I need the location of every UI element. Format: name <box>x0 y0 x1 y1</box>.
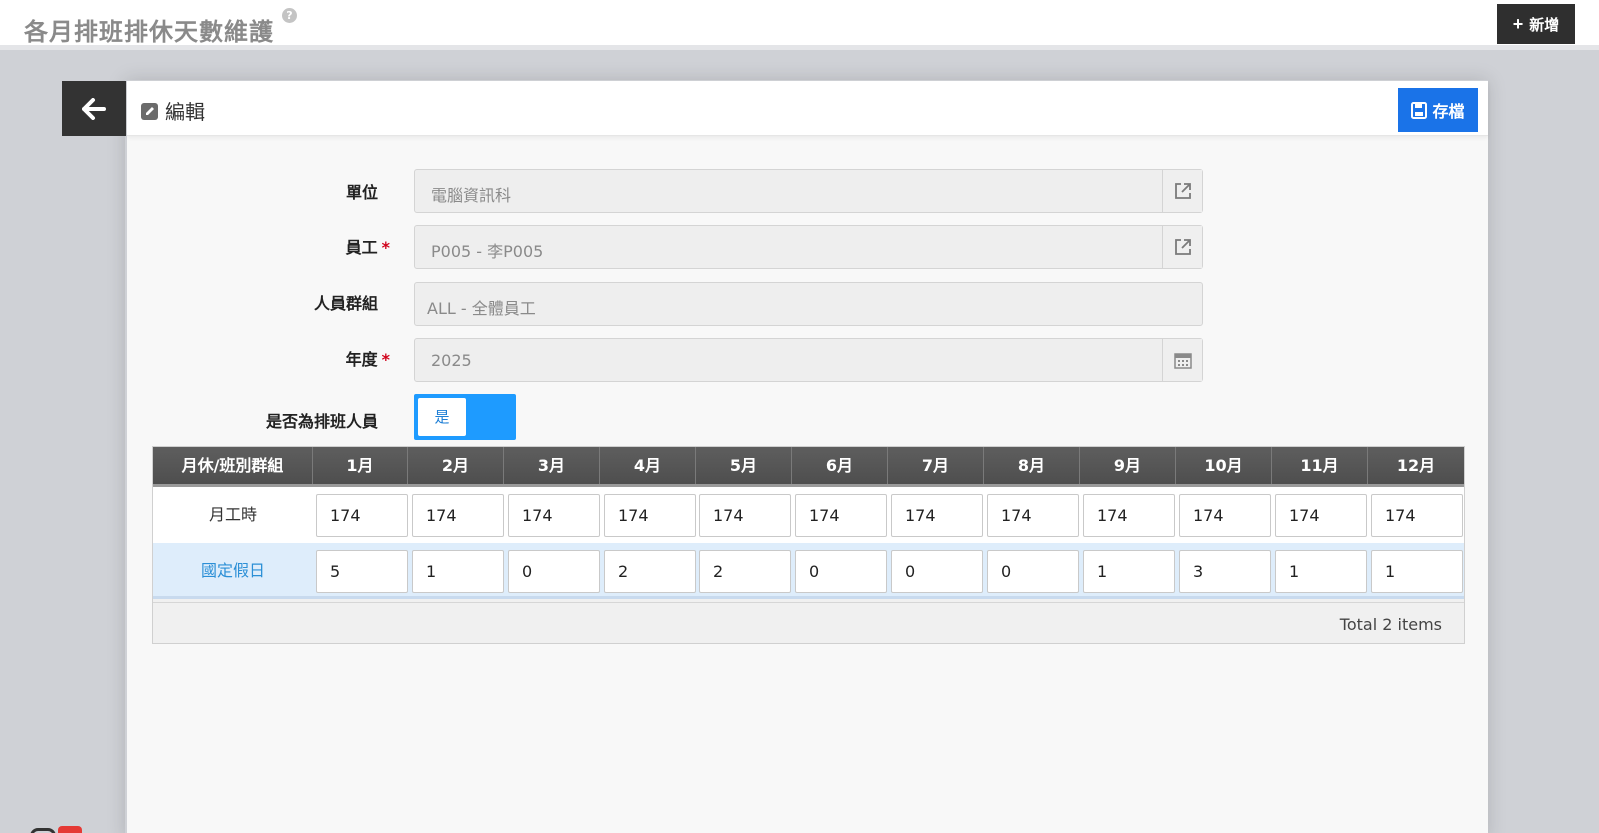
column-header[interactable]: 8月 <box>984 447 1080 484</box>
column-header[interactable]: 月休/班別群組 <box>153 447 313 484</box>
table-row: 月工時 174 174 174 174 174 174 174 174 174 … <box>153 487 1464 543</box>
column-header[interactable]: 9月 <box>1080 447 1176 484</box>
month-cell-input[interactable]: 2 <box>604 550 696 593</box>
row-label: 月工時 <box>208 505 257 524</box>
month-cell-input[interactable]: 0 <box>891 550 983 593</box>
year-label-text: 年度 <box>345 350 378 369</box>
group-field[interactable]: ALL - 全體員工 <box>414 282 1203 326</box>
grid-header: 月休/班別群組 1月 2月 3月 4月 5月 6月 7月 8月 9月 10月 1… <box>153 447 1464 487</box>
unit-label-text: 單位 <box>345 183 378 202</box>
panel-title: 編輯 <box>165 100 205 124</box>
month-cell-input[interactable]: 174 <box>699 494 791 537</box>
corner-badge-icon[interactable] <box>58 826 82 833</box>
table-row: 國定假日 5 1 0 2 2 0 0 0 1 3 1 1 <box>153 543 1464 599</box>
column-header[interactable]: 5月 <box>696 447 792 484</box>
required-mark: * <box>381 350 390 369</box>
external-link-icon <box>1174 239 1191 255</box>
month-cell-input[interactable]: 174 <box>1275 494 1367 537</box>
group-value: ALL - 全體員工 <box>427 299 536 318</box>
scheduler-label-text: 是否為排班人員 <box>265 412 378 431</box>
month-cell-input[interactable]: 174 <box>1083 494 1175 537</box>
external-link-icon <box>1174 183 1191 199</box>
month-cell-input[interactable]: 174 <box>412 494 504 537</box>
unit-lookup-button[interactable] <box>1162 170 1202 212</box>
column-header[interactable]: 2月 <box>408 447 504 484</box>
toggle-knob: 是 <box>418 398 466 436</box>
month-cell-input[interactable]: 174 <box>795 494 887 537</box>
unit-label: 單位 <box>128 179 378 203</box>
calendar-icon <box>1173 352 1192 369</box>
unit-field[interactable]: 電腦資訊科 <box>414 169 1203 213</box>
employee-label-text: 員工 <box>345 238 378 257</box>
month-cell-input[interactable]: 174 <box>316 494 408 537</box>
question-circle-icon[interactable]: ? <box>282 8 297 23</box>
month-cell-input[interactable]: 1 <box>412 550 504 593</box>
month-cell-input[interactable]: 174 <box>604 494 696 537</box>
month-cell-input[interactable]: 0 <box>795 550 887 593</box>
column-header[interactable]: 6月 <box>792 447 888 484</box>
top-header: 各月排班排休天數維護 ? + 新增 <box>0 0 1599 50</box>
month-cell-input[interactable]: 174 <box>891 494 983 537</box>
month-cell-input[interactable]: 174 <box>508 494 600 537</box>
unit-value: 電腦資訊科 <box>431 186 512 205</box>
month-cell-input[interactable]: 3 <box>1179 550 1271 593</box>
month-cell-input[interactable]: 1 <box>1083 550 1175 593</box>
panel-header: 編輯 存檔 <box>127 81 1488 136</box>
column-header[interactable]: 1月 <box>313 447 408 484</box>
year-field[interactable]: 2025 <box>414 338 1203 382</box>
add-button[interactable]: + 新增 <box>1497 4 1575 44</box>
column-header[interactable]: 10月 <box>1176 447 1272 484</box>
column-header[interactable]: 12月 <box>1368 447 1464 484</box>
row-label: 國定假日 <box>200 561 265 580</box>
employee-lookup-button[interactable] <box>1162 226 1202 268</box>
column-header[interactable]: 4月 <box>600 447 696 484</box>
month-cell-input[interactable]: 174 <box>1371 494 1463 537</box>
plus-icon: + <box>1512 13 1524 34</box>
month-cell-input[interactable]: 174 <box>987 494 1079 537</box>
month-cell-input[interactable]: 0 <box>987 550 1079 593</box>
month-cell-input[interactable]: 1 <box>1371 550 1463 593</box>
month-cell-input[interactable]: 174 <box>1179 494 1271 537</box>
employee-value: P005 - 李P005 <box>431 242 544 261</box>
arrow-left-icon <box>82 97 106 120</box>
grid-footer: Total 2 items <box>153 602 1464 643</box>
column-header[interactable]: 3月 <box>504 447 600 484</box>
month-cell-input[interactable]: 0 <box>508 550 600 593</box>
group-label: 人員群組 <box>128 290 378 314</box>
month-cell-input[interactable]: 1 <box>1275 550 1367 593</box>
column-header[interactable]: 11月 <box>1272 447 1368 484</box>
edit-icon <box>141 103 158 120</box>
year-picker-button[interactable] <box>1162 339 1202 381</box>
group-label-text: 人員群組 <box>313 294 378 313</box>
page-title: 各月排班排休天數維護 <box>24 18 274 46</box>
add-button-label: 新增 <box>1529 16 1560 34</box>
year-label: 年度 * <box>140 346 390 370</box>
scheduler-toggle[interactable]: 是 <box>414 394 516 440</box>
employee-field[interactable]: P005 - 李P005 <box>414 225 1203 269</box>
month-cell-input[interactable]: 5 <box>316 550 408 593</box>
total-items-text: Total 2 items <box>1339 615 1442 634</box>
employee-label: 員工 * <box>140 234 390 258</box>
save-button-label: 存檔 <box>1432 104 1465 121</box>
back-button[interactable] <box>62 81 126 136</box>
floppy-disk-icon <box>1411 101 1428 119</box>
required-mark: * <box>381 238 390 257</box>
save-button[interactable]: 存檔 <box>1398 88 1478 132</box>
column-header[interactable]: 7月 <box>888 447 984 484</box>
month-cell-input[interactable]: 2 <box>699 550 791 593</box>
year-value: 2025 <box>431 351 472 370</box>
scheduler-label: 是否為排班人員 <box>128 408 378 432</box>
monthly-grid: 月休/班別群組 1月 2月 3月 4月 5月 6月 7月 8月 9月 10月 1… <box>152 446 1465 644</box>
corner-widget-icon[interactable] <box>30 828 56 833</box>
